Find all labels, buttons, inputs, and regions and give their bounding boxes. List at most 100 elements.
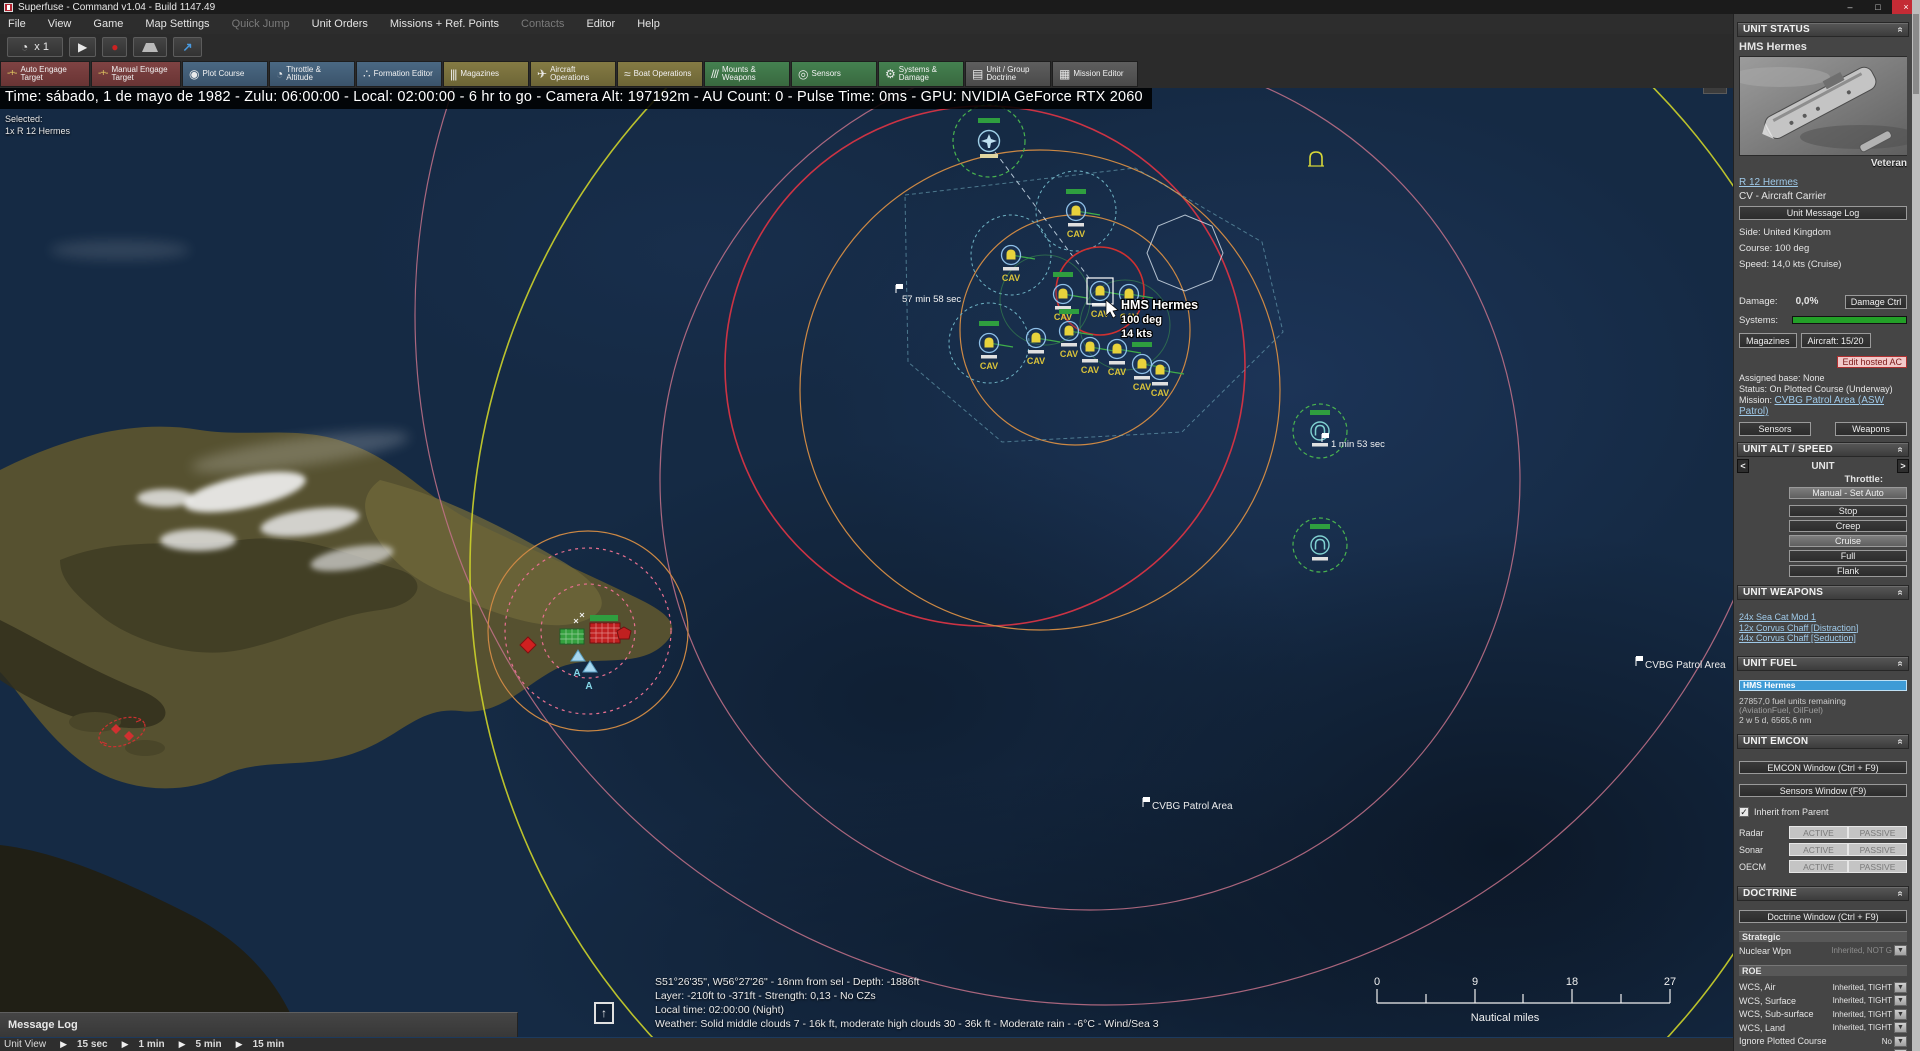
play-15min-icon[interactable]: ▶ [236,1039,243,1050]
unit-fuel-header[interactable]: UNIT FUEL » [1737,656,1909,671]
unit-group-doctrine-button[interactable]: ▤ Unit / Group Doctrine [965,61,1051,87]
throttle-altitude-button[interactable]: ◔ Throttle & Altitude [269,61,355,87]
maximize-button[interactable]: □ [1864,0,1892,14]
unit-label: CAV [1060,349,1078,359]
play-1min-icon[interactable]: ▶ [122,1039,129,1050]
collapse-icon[interactable]: » [1895,660,1906,666]
step-15sec[interactable]: 15 sec [77,1039,108,1050]
unit-alt-speed-header[interactable]: UNIT ALT / SPEED » [1737,442,1909,457]
wcs-subsurface-dropdown[interactable]: ▼ [1894,1009,1907,1020]
menu-editor[interactable]: Editor [586,18,615,30]
boat-operations-button[interactable]: ≈ Boat Operations [617,61,703,87]
radar-active-toggle[interactable]: ACTIVE [1789,826,1848,839]
scrollbar-thumb[interactable] [1913,14,1919,94]
time-compression-button[interactable]: ◔ x 1 [7,37,63,57]
app-window: CAV CAV CAV [0,0,1920,1051]
menu-game[interactable]: Game [93,18,123,30]
systems-label: Systems: [1739,315,1778,326]
throttle-cruise-button[interactable]: Cruise [1789,535,1907,547]
mission-editor-button[interactable]: ▦ Mission Editor [1052,61,1138,87]
weapon-link-chaff-seduction[interactable]: 44x Corvus Chaff [Seduction] [1739,633,1907,644]
aircraft-operations-button[interactable]: ✈ Aircraft Operations [530,61,616,87]
collapse-icon[interactable]: » [1895,891,1906,897]
nuclear-wpn-dropdown[interactable]: ▼ [1894,945,1907,956]
unit-name: HMS Hermes [1739,41,1907,53]
step-15min[interactable]: 15 min [253,1039,285,1050]
sensors-button[interactable]: ◎ Sensors [791,61,877,87]
weapons-tab-button[interactable]: Weapons [1835,422,1907,436]
throttle-creep-button[interactable]: Creep [1789,520,1907,532]
sonar-active-toggle[interactable]: ACTIVE [1789,843,1848,856]
oecm-active-toggle[interactable]: ACTIVE [1789,860,1848,873]
radar-passive-toggle[interactable]: PASSIVE [1848,826,1907,839]
button-label: Systems & Damage [899,66,957,83]
unit-message-log-button[interactable]: Unit Message Log [1739,206,1907,220]
menu-missions-ref-points[interactable]: Missions + Ref. Points [390,18,499,30]
unit-view-label[interactable]: Unit View [4,1039,46,1050]
doctrine-window-button[interactable]: Doctrine Window (Ctrl + F9) [1739,910,1907,923]
menu-map-settings[interactable]: Map Settings [145,18,209,30]
section-title: UNIT EMCON [1743,736,1808,747]
collapse-icon[interactable]: » [1895,447,1906,453]
selected-value: 1x R 12 Hermes [5,125,70,137]
menu-help[interactable]: Help [637,18,660,30]
sidebar-scrollbar[interactable] [1912,0,1920,1051]
unit-next-button[interactable]: > [1897,459,1909,473]
throttle-full-button[interactable]: Full [1789,550,1907,562]
recorder-button[interactable] [133,37,167,57]
wcs-surface-dropdown[interactable]: ▼ [1894,995,1907,1006]
collapse-icon[interactable]: » [1895,739,1906,745]
sensors-window-button[interactable]: Sensors Window (F9) [1739,784,1907,797]
map-canvas[interactable]: CAV CAV CAV [0,88,1733,1051]
missiles-icon: /// [711,68,718,80]
menu-file[interactable]: File [8,18,26,30]
wcs-land-dropdown[interactable]: ▼ [1894,1022,1907,1033]
menu-unit-orders[interactable]: Unit Orders [312,18,368,30]
formation-editor-button[interactable]: ∴ Formation Editor [356,61,442,87]
sonar-passive-toggle[interactable]: PASSIVE [1848,843,1907,856]
wcs-air-value: Inherited, TIGHT [1833,983,1892,992]
quick-jump-button[interactable]: ↗ [173,37,201,57]
record-button[interactable]: ● [102,37,127,57]
aircraft-count-button[interactable]: Aircraft: 15/20 [1801,333,1871,348]
mounts-weapons-button[interactable]: /// Mounts & Weapons [704,61,790,87]
inherit-parent-checkbox[interactable]: ✓ [1739,807,1749,817]
unit-weapons-header[interactable]: UNIT WEAPONS » [1737,585,1909,600]
edit-hosted-ac-button[interactable]: Edit hosted AC [1837,356,1907,368]
play-button[interactable]: ▶ [69,37,96,57]
play-15sec-icon[interactable]: ▶ [60,1039,67,1050]
unit-db-link[interactable]: R 12 Hermes [1739,177,1798,188]
sensors-tab-button[interactable]: Sensors [1739,422,1811,436]
damage-ctrl-button[interactable]: Damage Ctrl [1845,295,1907,309]
emcon-window-button[interactable]: EMCON Window (Ctrl + F9) [1739,761,1907,774]
systems-damage-button[interactable]: ⚙ Systems & Damage [878,61,964,87]
magazines-button[interactable]: ||| Magazines [443,61,529,87]
tactical-map[interactable]: CAV CAV CAV [0,88,1733,1051]
minimize-button[interactable]: – [1836,0,1864,14]
weapon-link-chaff-distraction[interactable]: 12x Corvus Chaff [Distraction] [1739,623,1907,634]
throttle-manual-button[interactable]: Manual - Set Auto [1789,487,1907,499]
menu-view[interactable]: View [48,18,72,30]
step-1min[interactable]: 1 min [139,1039,165,1050]
fuel-selected-unit[interactable]: HMS Hermes [1739,680,1907,691]
step-5min[interactable]: 5 min [196,1039,222,1050]
weapon-link-seacat[interactable]: 24x Sea Cat Mod 1 [1739,612,1907,623]
plot-course-button[interactable]: ◉ Plot Course [182,61,268,87]
unit-status-header[interactable]: UNIT STATUS » [1737,22,1909,37]
button-label: Unit / Group Doctrine [986,66,1044,83]
oecm-passive-toggle[interactable]: PASSIVE [1848,860,1907,873]
collapse-icon[interactable]: » [1895,590,1906,596]
wcs-air-dropdown[interactable]: ▼ [1894,982,1907,993]
throttle-stop-button[interactable]: Stop [1789,505,1907,517]
manual-engage-target-button[interactable]: -+- Manual Engage Target [91,61,181,87]
ignore-plotted-course-dropdown[interactable]: ▼ [1894,1036,1907,1047]
throttle-flank-button[interactable]: Flank [1789,565,1907,577]
message-log-bar[interactable]: Message Log [0,1012,518,1037]
unit-emcon-header[interactable]: UNIT EMCON » [1737,734,1909,749]
auto-engage-target-button[interactable]: -+- Auto Engage Target [0,61,90,87]
unit-prev-button[interactable]: < [1737,459,1749,473]
collapse-icon[interactable]: » [1895,27,1906,33]
play-5min-icon[interactable]: ▶ [179,1039,186,1050]
magazines-sidebar-button[interactable]: Magazines [1739,333,1797,348]
doctrine-header[interactable]: DOCTRINE » [1737,886,1909,901]
